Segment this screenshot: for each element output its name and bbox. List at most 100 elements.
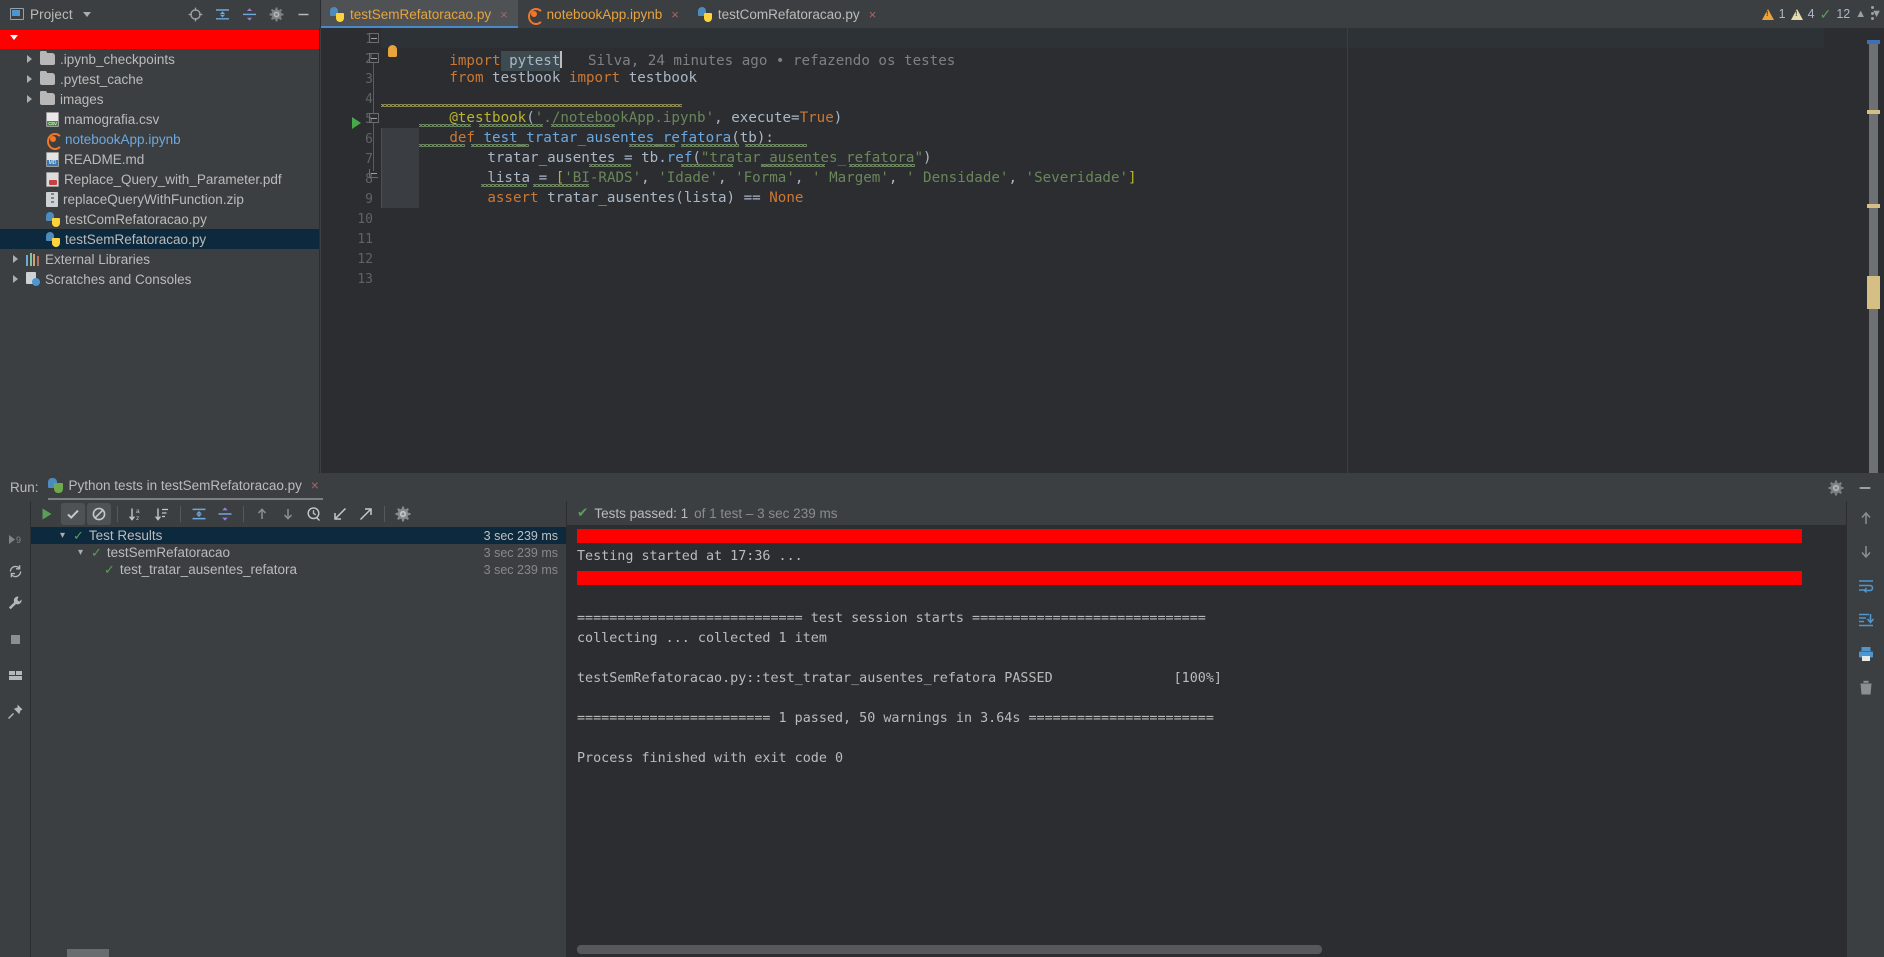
fold-marker-icon[interactable] — [369, 53, 379, 63]
sort-duration-icon[interactable] — [150, 503, 174, 525]
test-console-pane[interactable]: ✔ Tests passed: 1 of 1 test – 3 sec 239 … — [566, 501, 1884, 957]
rerun-button[interactable] — [35, 503, 59, 525]
results-horizontal-scrollbar[interactable] — [67, 949, 109, 957]
close-icon[interactable]: × — [311, 478, 319, 493]
pin-icon[interactable] — [7, 703, 24, 720]
close-icon[interactable]: × — [500, 8, 508, 21]
test-row-label: testSemRefatoracao — [106, 545, 230, 560]
tree-row-root-redacted[interactable] — [0, 30, 319, 49]
chevron-down-icon[interactable]: ▾ — [57, 530, 68, 541]
print-icon[interactable] — [1857, 645, 1875, 663]
inspections-widget[interactable]: 1 4 ✓ 12 ▲ ▼ — [1761, 0, 1882, 28]
chevron-right-icon[interactable] — [24, 95, 35, 103]
minimize-icon[interactable] — [1857, 480, 1872, 495]
spellcheck-squiggle — [681, 164, 733, 167]
show-ignored-toggle[interactable] — [87, 503, 111, 525]
collapse-all-icon[interactable] — [242, 7, 257, 22]
tree-row-notebookapp-ipynb[interactable]: notebookApp.ipynb — [0, 129, 319, 150]
console-horizontal-scrollbar[interactable] — [577, 945, 1322, 954]
marker-warning[interactable] — [1867, 204, 1880, 208]
tree-row-external-libraries[interactable]: External Libraries — [0, 249, 319, 269]
tree-row-testcomrefatoracao-py[interactable]: testComRefatoracao.py — [0, 209, 319, 229]
chevron-right-icon[interactable] — [10, 275, 21, 283]
marker-caret[interactable] — [1867, 40, 1880, 44]
editor-scrollbar-thumb[interactable] — [1869, 40, 1878, 473]
chevron-down-icon[interactable]: ▾ — [75, 547, 86, 558]
scroll-to-end-icon[interactable] — [1857, 611, 1875, 629]
run-tool-window[interactable]: Run: Python tests in testSemRefatoracao.… — [0, 473, 1884, 957]
tree-row-ipynb-checkpoints[interactable]: .ipynb_checkpoints — [0, 49, 319, 69]
collapse-all-icon[interactable] — [213, 503, 237, 525]
editor-tab-testsemrefatoracao[interactable]: testSemRefatoracao.py × — [321, 0, 518, 28]
gear-icon[interactable] — [269, 7, 284, 22]
fold-marker-icon[interactable] — [369, 33, 379, 43]
marker-warning[interactable] — [1867, 110, 1880, 114]
test-toolbar[interactable]: az — [31, 501, 566, 527]
editor-tab-testcomrefatoracao[interactable]: testComRefatoracao.py × — [689, 0, 886, 28]
next-failed-button[interactable] — [276, 503, 300, 525]
tree-row-images[interactable]: images — [0, 89, 319, 109]
code-text-area[interactable]: import pytest Silva, 24 minutes ago • ref… — [381, 28, 1824, 473]
stop-icon[interactable] — [7, 631, 24, 648]
python-file-icon — [697, 6, 712, 22]
close-icon[interactable]: × — [671, 8, 679, 21]
run-test-gutter-icon[interactable] — [352, 117, 361, 129]
expand-all-icon[interactable] — [215, 7, 230, 22]
line-number: 3 — [365, 72, 373, 87]
tree-item-label: testSemRefatoracao.py — [65, 231, 207, 247]
tree-row-mamografia-csv[interactable]: mamografia.csv — [0, 109, 319, 129]
tree-row-replacequerywithfunction-zip[interactable]: replaceQueryWithFunction.zip — [0, 189, 319, 209]
chevron-down-icon[interactable] — [8, 35, 19, 44]
trash-icon[interactable] — [1857, 679, 1875, 697]
tree-row-testsemrefatoracao-py[interactable]: testSemRefatoracao.py — [0, 229, 319, 249]
export-arrow-icon[interactable] — [354, 503, 378, 525]
chevron-right-icon[interactable] — [10, 255, 21, 263]
marker-warning-group[interactable] — [1867, 276, 1880, 309]
fold-marker-icon[interactable] — [369, 113, 379, 123]
locate-icon[interactable] — [188, 7, 203, 22]
chevron-down-icon[interactable]: ▼ — [1871, 8, 1882, 20]
tree-item-label: External Libraries — [45, 251, 151, 267]
chevron-right-icon[interactable] — [24, 75, 35, 83]
test-row-testsemrefatoracao[interactable]: ▾ ✓ testSemRefatoracao 3 sec 239 ms — [31, 544, 566, 561]
minimize-icon[interactable] — [296, 7, 311, 22]
test-row-test-tratar-ausentes-refatora[interactable]: ✓ test_tratar_ausentes_refatora 3 sec 23… — [31, 561, 566, 578]
test-row-test-results[interactable]: ▾ ✓ Test Results 3 sec 239 ms — [31, 527, 566, 544]
console-output[interactable]: Testing started at 17:36 ... ===========… — [567, 525, 1846, 957]
tree-row-scratches-and-consoles[interactable]: Scratches and Consoles — [0, 269, 319, 289]
tree-row-replace-query-pdf[interactable]: Replace_Query_with_Parameter.pdf — [0, 169, 319, 189]
editor-gutter[interactable]: 1 2 3 4 5 6 7 8 9 10 11 12 13 — [321, 28, 381, 473]
tree-row-readme-md[interactable]: README.md — [0, 149, 319, 169]
test-results-tree[interactable]: ▾ ✓ Test Results 3 sec 239 ms ▾ ✓ testSe… — [31, 527, 566, 957]
close-icon[interactable]: × — [869, 8, 877, 21]
run-side-toolbar[interactable]: 9 — [0, 501, 31, 957]
gear-icon[interactable] — [1828, 480, 1844, 495]
project-tree-panel[interactable]: .ipynb_checkpoints .pytest_cache images … — [0, 28, 320, 473]
python-file-icon — [330, 6, 344, 22]
code-editor[interactable]: 1 4 ✓ 12 ▲ ▼ 1 2 3 4 5 6 7 8 9 10 11 12 … — [321, 6, 1884, 473]
editor-tab-notebookapp[interactable]: notebookApp.ipynb × — [518, 0, 689, 28]
chevron-right-icon[interactable] — [24, 55, 35, 63]
scroll-down-icon[interactable] — [1857, 543, 1875, 561]
editor-scroll-rail[interactable] — [1824, 28, 1884, 473]
wrench-icon[interactable] — [7, 595, 24, 612]
expand-all-icon[interactable] — [187, 503, 211, 525]
prev-failed-button[interactable] — [250, 503, 274, 525]
scroll-up-icon[interactable] — [1857, 509, 1875, 527]
test-history-button[interactable] — [302, 503, 326, 525]
intention-bulb-icon[interactable] — [388, 45, 397, 57]
show-passed-toggle[interactable] — [61, 503, 85, 525]
soft-wrap-icon[interactable] — [1857, 577, 1875, 595]
sort-az-icon[interactable]: az — [124, 503, 148, 525]
import-arrow-icon[interactable] — [328, 503, 352, 525]
chevron-up-icon[interactable]: ▲ — [1855, 8, 1866, 20]
test-settings-button[interactable] — [391, 503, 415, 525]
rerun-circle-icon[interactable] — [7, 563, 24, 580]
debug-icon[interactable]: 9 — [7, 531, 24, 548]
run-configuration-tab[interactable]: Python tests in testSemRefatoracao.py × — [47, 478, 324, 500]
console-side-toolbar[interactable] — [1846, 501, 1884, 957]
chevron-down-icon[interactable] — [82, 11, 91, 17]
test-results-pane[interactable]: az ▾ ✓ Test Results 3 sec 239 ms ▾ ✓ tes… — [31, 501, 566, 957]
layout-icon[interactable] — [7, 667, 24, 684]
tree-row-pytest-cache[interactable]: .pytest_cache — [0, 69, 319, 89]
